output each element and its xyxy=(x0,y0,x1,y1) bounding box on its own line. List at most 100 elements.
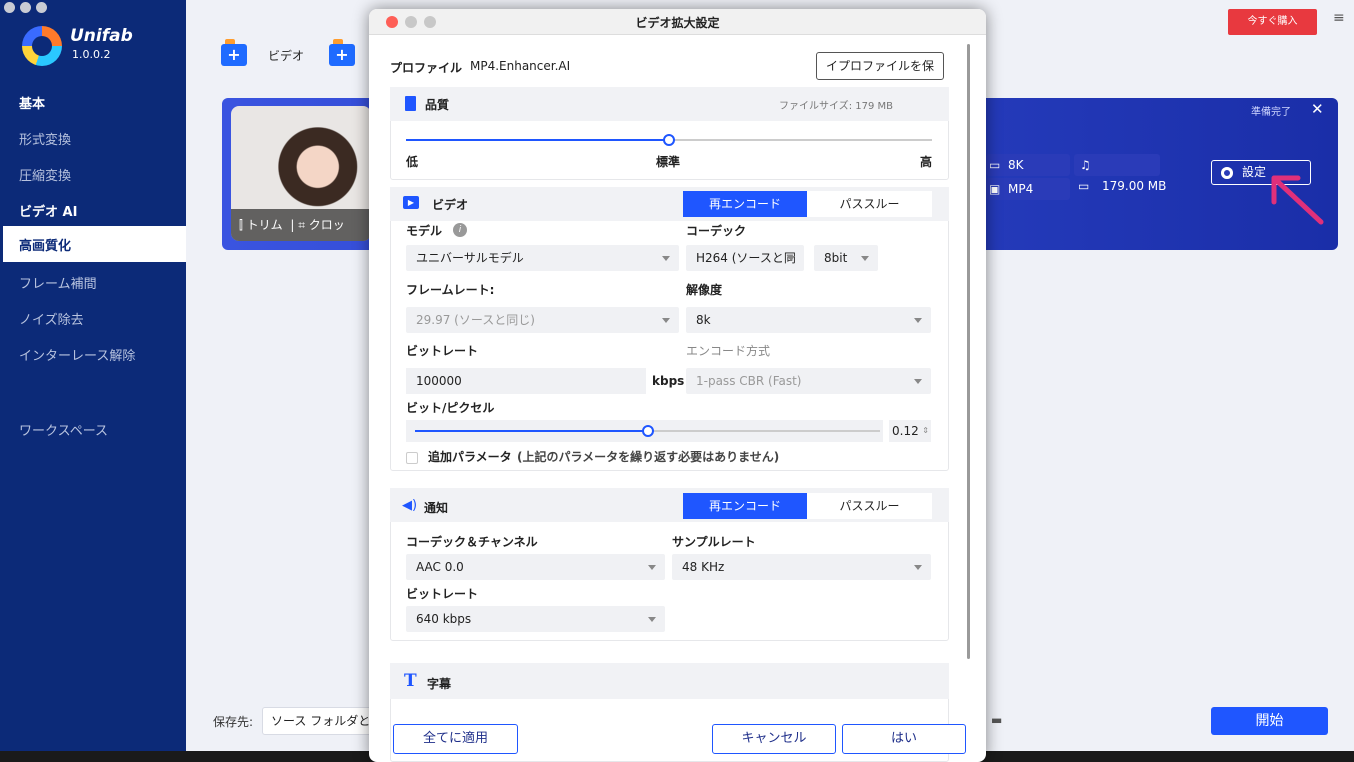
audio-reencode-option[interactable]: 再エンコード xyxy=(683,493,807,519)
quality-high-label: 高 xyxy=(920,155,933,169)
resolution-value: 8K xyxy=(1008,158,1024,172)
window-minimize-button[interactable] xyxy=(20,2,31,13)
model-label: モデル xyxy=(406,224,443,238)
framerate-label: フレームレート: xyxy=(406,283,495,297)
sidebar-item-compress[interactable]: 圧縮変換 xyxy=(19,165,71,184)
crop-icon[interactable]: ⌗ xyxy=(298,218,305,232)
bpp-stepper[interactable]: 0.12 ⇕ xyxy=(889,420,931,442)
add-video-button[interactable]: + xyxy=(221,39,247,66)
audio-title: 通知 xyxy=(424,501,449,515)
save-profile-button[interactable]: イプロファイルを保 xyxy=(816,52,944,80)
framerate-select[interactable]: 29.97 (ソースと同じ) xyxy=(406,307,679,333)
sidebar-item-deinterlace[interactable]: インターレース解除 xyxy=(19,345,135,364)
pointer-arrow-icon xyxy=(1271,175,1324,225)
trim-button[interactable]: トリム xyxy=(247,218,283,232)
add-folder-button[interactable]: + xyxy=(329,39,355,66)
sidebar-item-convert[interactable]: 形式変換 xyxy=(19,129,71,148)
video-play-icon: ▶ xyxy=(403,196,419,209)
model-select[interactable]: ユニバーサルモデル xyxy=(406,245,679,271)
cancel-button[interactable]: キャンセル xyxy=(712,724,836,754)
video-encode-toggle[interactable]: 再エンコード パススルー xyxy=(683,191,932,217)
filesize-label: ファイルサイズ: 179 MB xyxy=(779,101,894,112)
audio-bitrate-select[interactable]: 640 kbps xyxy=(406,606,665,632)
subtitle-header xyxy=(390,663,949,699)
quality-standard-label: 標準 xyxy=(656,155,681,169)
start-button[interactable]: 開始 xyxy=(1211,707,1328,735)
buy-now-button[interactable]: 今すぐ購入 xyxy=(1228,9,1317,35)
bitrate-input[interactable]: 100000 xyxy=(406,368,646,394)
apply-all-button[interactable]: 全てに適用 xyxy=(393,724,518,754)
samplerate-label: サンプルレート xyxy=(672,535,756,549)
video-title: ビデオ xyxy=(432,198,469,212)
video-thumbnail[interactable]: ⫿ トリム | ⌗ クロッ xyxy=(231,106,371,241)
video-passthrough-option[interactable]: パススルー xyxy=(807,191,932,217)
close-task-icon[interactable]: ✕ xyxy=(1311,100,1324,118)
sidebar-item-enhance[interactable]: 高画質化 xyxy=(0,226,186,262)
save-to-label: 保存先: xyxy=(213,715,254,729)
thumbnail-toolbar: ⫿ トリム | ⌗ クロッ xyxy=(231,209,371,241)
folder-icon: ▭ xyxy=(1078,179,1090,193)
dialog-scrollbar[interactable] xyxy=(967,44,970,659)
browse-folder-icon[interactable]: ▬ xyxy=(991,713,1002,727)
audio-codec-label: コーデック＆チャンネル xyxy=(406,535,538,549)
quality-low-label: 低 xyxy=(406,155,419,169)
video-reencode-option[interactable]: 再エンコード xyxy=(683,191,807,217)
audio-codec-select[interactable]: AAC 0.0 xyxy=(406,554,665,580)
quality-slider-thumb[interactable] xyxy=(663,134,675,146)
bpp-value: 0.12 xyxy=(892,424,919,438)
dialog-titlebar: ビデオ拡大設定 xyxy=(369,9,986,35)
add-video-label[interactable]: ビデオ xyxy=(268,47,304,64)
window-close-button[interactable] xyxy=(4,2,15,13)
bitdepth-select[interactable]: 8bit xyxy=(814,245,878,271)
crop-button[interactable]: クロッ xyxy=(309,218,345,232)
window-zoom-button[interactable] xyxy=(36,2,47,13)
format-value: MP4 xyxy=(1008,182,1034,196)
sidebar-header-basic: 基本 xyxy=(19,97,46,112)
audio-encode-toggle[interactable]: 再エンコード パススルー xyxy=(683,493,932,519)
codec-label: コーデック xyxy=(686,224,747,238)
resolution-select[interactable]: ▭ 8K xyxy=(986,154,1070,176)
sidebar-item-denoise[interactable]: ノイズ除去 xyxy=(19,309,84,328)
encode-method-select[interactable]: 1-pass CBR (Fast) xyxy=(686,368,931,394)
codec-select[interactable]: H264 (ソースと同 xyxy=(686,245,804,271)
app-name: Unifab xyxy=(70,26,133,46)
monitor-icon: ▭ xyxy=(989,158,1001,172)
quality-slider-fill xyxy=(406,139,669,141)
ok-button[interactable]: はい xyxy=(842,724,966,754)
audio-select[interactable]: ♫ xyxy=(1074,154,1160,176)
unifab-logo-icon xyxy=(22,26,62,66)
format-select[interactable]: ▣ MP4 xyxy=(986,178,1070,200)
sidebar-item-frame-interpolation[interactable]: フレーム補間 xyxy=(19,273,97,292)
save-to-field[interactable]: ソース フォルダと xyxy=(262,707,372,735)
sidebar: Unifab 1.0.0.2 基本 形式変換 圧縮変換 ビデオ AI 高画質化 … xyxy=(0,0,186,751)
sidebar-item-label: 高画質化 xyxy=(19,239,72,254)
profile-label: プロファイル xyxy=(390,61,463,75)
extra-params-label: 追加パラメータ xyxy=(428,450,512,464)
app-version: 1.0.0.2 xyxy=(72,48,111,61)
trim-icon[interactable]: ⫿ xyxy=(239,218,243,232)
resolution-dropdown[interactable]: 8k xyxy=(686,307,931,333)
resolution-label: 解像度 xyxy=(686,283,723,297)
bpp-slider-thumb[interactable] xyxy=(642,425,654,437)
document-icon xyxy=(405,96,416,111)
info-icon[interactable]: i xyxy=(453,223,467,237)
extra-params-checkbox[interactable] xyxy=(406,452,418,464)
speaker-icon: ◀) xyxy=(402,498,418,513)
stepper-arrows-icon[interactable]: ⇕ xyxy=(922,420,929,442)
subtitle-title: 字幕 xyxy=(427,677,452,691)
output-size: 179.00 MB xyxy=(1102,179,1167,193)
sidebar-item-workspace[interactable]: ワークスペース xyxy=(19,420,108,439)
bitrate-label: ビットレート xyxy=(406,344,479,358)
encode-method-label: エンコード方式 xyxy=(686,344,771,358)
video-format-icon: ▣ xyxy=(989,182,1001,196)
samplerate-select[interactable]: 48 KHz xyxy=(672,554,931,580)
bitrate-unit: kbps xyxy=(652,374,685,388)
audio-bitrate-label: ビットレート xyxy=(406,587,479,601)
menu-icon[interactable]: ≡ xyxy=(1333,10,1345,26)
text-t-icon: T xyxy=(404,671,417,691)
bits-per-pixel-label: ビット/ピクセル xyxy=(406,401,495,415)
audio-passthrough-option[interactable]: パススルー xyxy=(807,493,932,519)
profile-value: MP4.Enhancer.AI xyxy=(470,59,571,73)
status-label: 準備完了 xyxy=(1251,107,1291,118)
dialog-title: ビデオ拡大設定 xyxy=(635,16,720,30)
